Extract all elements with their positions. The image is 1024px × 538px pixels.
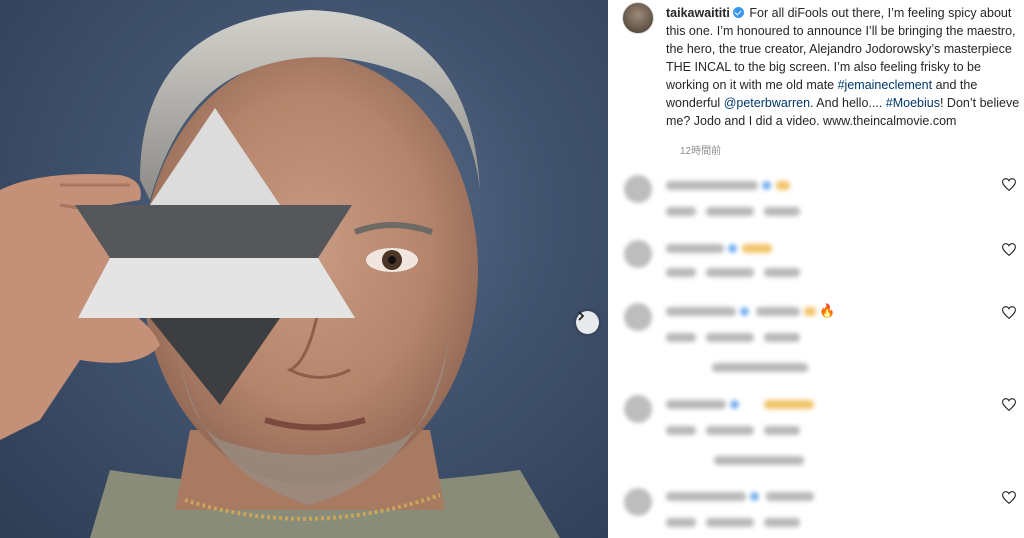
- comment-reply-link[interactable]: [764, 518, 800, 527]
- comment-meta: [706, 426, 754, 435]
- comment-avatar[interactable]: [624, 240, 652, 268]
- comment-reply-link[interactable]: [764, 333, 800, 342]
- mention-link[interactable]: @peterbwarren: [724, 96, 810, 110]
- comment-username[interactable]: [666, 492, 746, 501]
- view-replies-link[interactable]: [714, 456, 804, 465]
- heart-outline-icon[interactable]: [1002, 306, 1016, 319]
- verified-badge-icon: [728, 244, 737, 253]
- heart-outline-icon[interactable]: [1002, 398, 1016, 411]
- fire-emoji: 🔥: [819, 303, 836, 318]
- comment-meta: [666, 426, 696, 435]
- comment-meta: [706, 518, 754, 527]
- verified-badge-icon: [732, 7, 744, 18]
- comment-username[interactable]: [666, 400, 726, 409]
- view-replies-link[interactable]: [712, 363, 808, 372]
- comment-meta: [706, 333, 754, 342]
- comment-meta: [666, 268, 696, 277]
- comment-item: 🔥: [622, 303, 1022, 375]
- avatar[interactable]: [622, 2, 654, 34]
- caption-text: taikawaititi For all diFools out there, …: [666, 4, 1022, 130]
- heart-outline-icon[interactable]: [1002, 491, 1016, 504]
- comment-reply-link[interactable]: [764, 426, 800, 435]
- comment-item: [622, 240, 1022, 290]
- username-link[interactable]: taikawaititi: [666, 6, 730, 20]
- comment-meta: [666, 518, 696, 527]
- comment-username[interactable]: [666, 181, 758, 190]
- portrait-image: [0, 10, 560, 538]
- comment-avatar[interactable]: [624, 175, 652, 203]
- heart-outline-icon[interactable]: [1002, 178, 1016, 191]
- comment-emoji: [776, 181, 790, 190]
- comment-username[interactable]: [666, 307, 736, 316]
- comment-avatar[interactable]: [624, 303, 652, 331]
- comment-meta: [706, 268, 754, 277]
- comment-reply-link[interactable]: [764, 207, 800, 216]
- chevron-right-icon: [578, 311, 585, 321]
- comment-meta: [706, 207, 754, 216]
- mention-link[interactable]: #jemaineclement: [838, 78, 933, 92]
- comment-item: [622, 175, 1022, 225]
- next-image-button[interactable]: [576, 311, 599, 334]
- verified-badge-icon: [730, 400, 739, 409]
- post-photo[interactable]: [0, 0, 608, 538]
- comment-meta: [666, 207, 696, 216]
- verified-badge-icon: [762, 181, 771, 190]
- verified-badge-icon: [750, 492, 759, 501]
- post-sidebar: taikawaititi For all diFools out there, …: [608, 0, 1024, 538]
- hashtag-link[interactable]: #Moebius: [886, 96, 940, 110]
- comment-meta: [666, 333, 696, 342]
- comment-emoji: [742, 244, 772, 253]
- comment-emoji: [804, 307, 816, 316]
- caption-mid: . And hello....: [810, 96, 886, 110]
- post-timestamp: 12時間前: [680, 146, 722, 157]
- heart-outline-icon[interactable]: [1002, 243, 1016, 256]
- comment-emoji: [764, 400, 814, 409]
- comment-item: [622, 488, 1022, 538]
- comment-avatar[interactable]: [624, 395, 652, 423]
- comment-text: [766, 492, 814, 501]
- verified-badge-icon: [740, 307, 749, 316]
- comment-reply-link[interactable]: [764, 268, 800, 277]
- comment-avatar[interactable]: [624, 488, 652, 516]
- comment-text: [756, 307, 800, 316]
- comment-username[interactable]: [666, 244, 724, 253]
- comment-item: [622, 395, 1022, 470]
